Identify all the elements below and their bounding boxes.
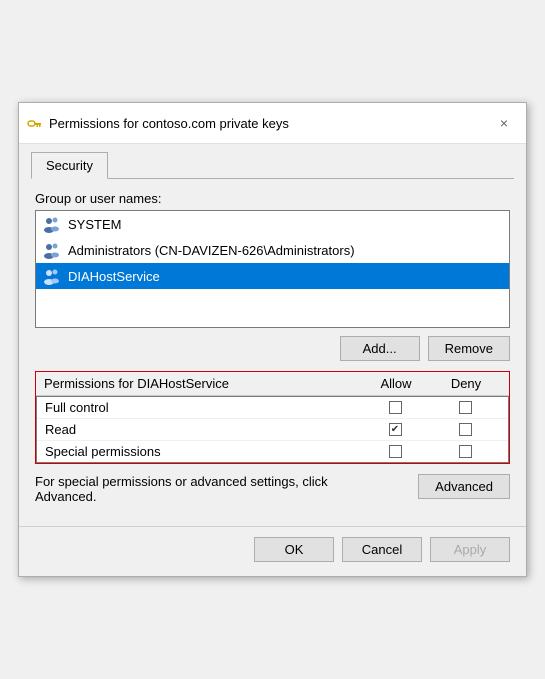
- permissions-header-allow: Allow: [361, 376, 431, 391]
- perm-deny-fullcontrol[interactable]: [430, 401, 500, 414]
- close-button[interactable]: ×: [492, 111, 516, 135]
- user-group-icon-diahost: [42, 266, 62, 286]
- user-buttons-row: Add... Remove: [35, 336, 510, 361]
- permissions-box: Permissions for DIAHostService Allow Den…: [35, 371, 510, 464]
- permissions-header: Permissions for DIAHostService Allow Den…: [36, 372, 509, 396]
- advanced-button[interactable]: Advanced: [418, 474, 510, 499]
- user-item-diahostservice[interactable]: DIAHostService: [36, 263, 509, 289]
- dialog-title: Permissions for contoso.com private keys: [49, 116, 289, 131]
- checkbox-deny-read[interactable]: [459, 423, 472, 436]
- security-tab[interactable]: Security: [31, 152, 108, 179]
- user-group-icon-system: [42, 214, 62, 234]
- perm-label-special: Special permissions: [45, 444, 360, 459]
- permissions-header-deny: Deny: [431, 376, 501, 391]
- footer: OK Cancel Apply: [19, 526, 526, 576]
- titlebar-left: Permissions for contoso.com private keys: [27, 115, 289, 131]
- user-item-system[interactable]: SYSTEM: [36, 211, 509, 237]
- remove-button[interactable]: Remove: [428, 336, 510, 361]
- add-button[interactable]: Add...: [340, 336, 420, 361]
- users-section-label: Group or user names:: [35, 191, 510, 206]
- checkbox-deny-special[interactable]: [459, 445, 472, 458]
- apply-button[interactable]: Apply: [430, 537, 510, 562]
- perm-row-special: Special permissions: [37, 441, 508, 462]
- permissions-inner: Full control Read: [36, 396, 509, 463]
- user-label-diahost: DIAHostService: [68, 269, 160, 284]
- checkbox-deny-fullcontrol[interactable]: [459, 401, 472, 414]
- perm-row-fullcontrol: Full control: [37, 397, 508, 419]
- checkbox-allow-fullcontrol[interactable]: [389, 401, 402, 414]
- user-label-admins: Administrators (CN-DAVIZEN-626\Administr…: [68, 243, 355, 258]
- perm-deny-special[interactable]: [430, 445, 500, 458]
- key-icon: [27, 115, 43, 131]
- cancel-button[interactable]: Cancel: [342, 537, 422, 562]
- perm-row-read: Read: [37, 419, 508, 441]
- checkbox-allow-read[interactable]: [389, 423, 402, 436]
- advanced-row: For special permissions or advanced sett…: [35, 474, 510, 504]
- perm-allow-read[interactable]: [360, 423, 430, 436]
- perm-allow-special[interactable]: [360, 445, 430, 458]
- user-item-administrators[interactable]: Administrators (CN-DAVIZEN-626\Administr…: [36, 237, 509, 263]
- checkbox-allow-special[interactable]: [389, 445, 402, 458]
- titlebar: Permissions for contoso.com private keys…: [19, 103, 526, 144]
- permissions-header-name: Permissions for DIAHostService: [44, 376, 361, 391]
- user-group-icon-admins: [42, 240, 62, 260]
- ok-button[interactable]: OK: [254, 537, 334, 562]
- content-area: Group or user names: SYSTEM: [19, 179, 526, 516]
- tab-bar: Security: [19, 144, 526, 178]
- perm-allow-fullcontrol[interactable]: [360, 401, 430, 414]
- advanced-description: For special permissions or advanced sett…: [35, 474, 345, 504]
- perm-label-fullcontrol: Full control: [45, 400, 360, 415]
- dialog: Permissions for contoso.com private keys…: [18, 102, 527, 577]
- users-list: SYSTEM Administrators (CN-DAVIZEN-626\Ad…: [35, 210, 510, 328]
- perm-deny-read[interactable]: [430, 423, 500, 436]
- user-label-system: SYSTEM: [68, 217, 121, 232]
- perm-label-read: Read: [45, 422, 360, 437]
